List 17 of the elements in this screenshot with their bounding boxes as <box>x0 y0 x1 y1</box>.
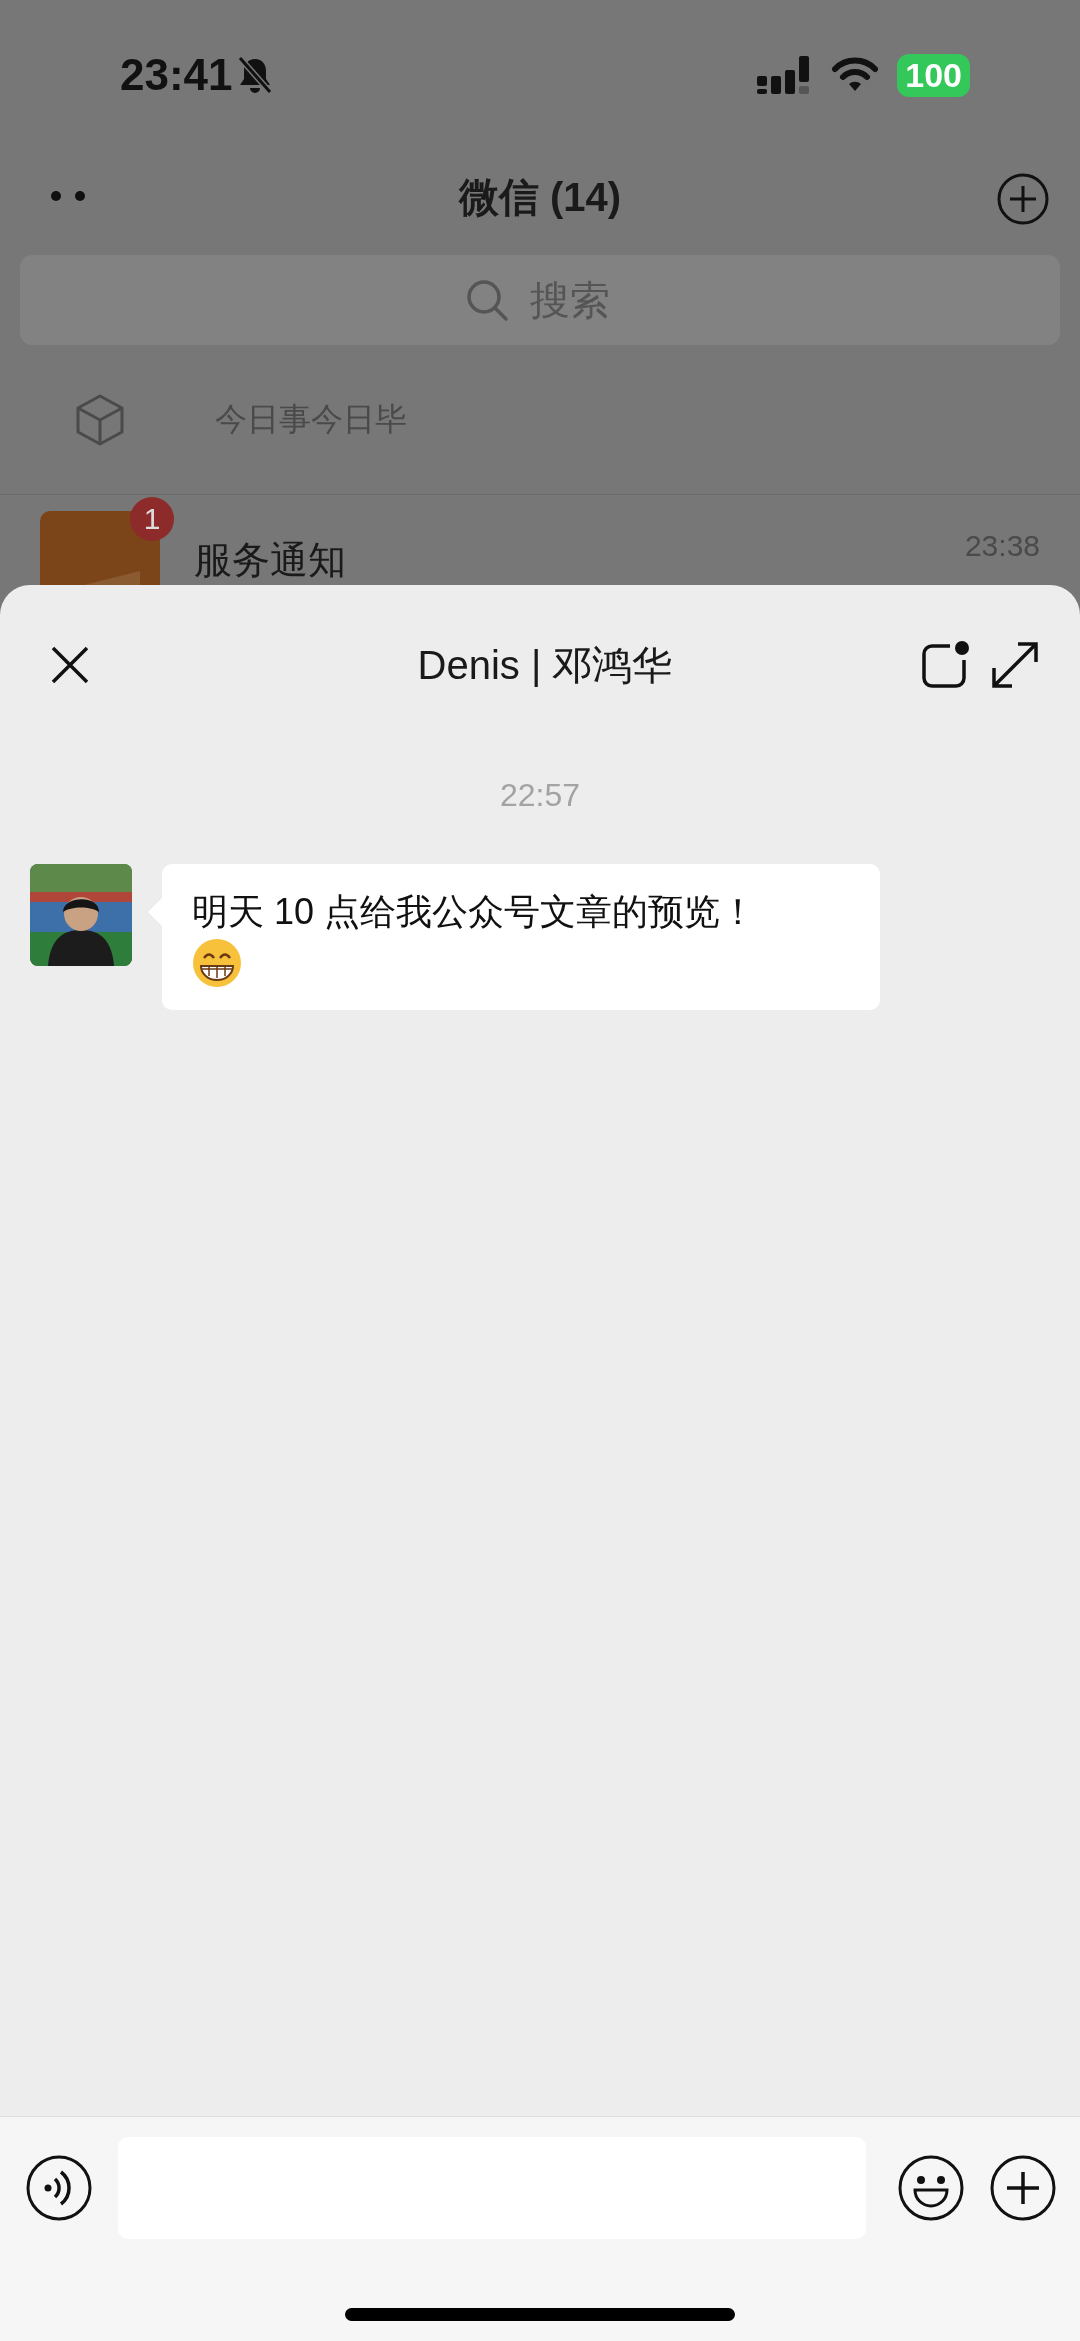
add-icon[interactable] <box>990 2155 1056 2221</box>
message-text: 明天 10 点给我公众号文章的预览！ <box>192 890 758 934</box>
chat-title: Denis | 邓鸿华 <box>416 641 674 689</box>
notification-icon <box>40 511 160 585</box>
unread-badge: 1 <box>130 497 174 541</box>
message-time: 22:57 <box>499 777 581 814</box>
search-icon <box>465 278 509 322</box>
expand-icon[interactable] <box>990 640 1040 690</box>
wifi-icon <box>831 57 880 93</box>
chat-list-title: 微信 (14) <box>458 174 622 221</box>
battery-level: 100 <box>897 53 970 97</box>
clock-time: 23:41 <box>120 50 233 100</box>
voice-icon[interactable] <box>26 2155 92 2221</box>
smiley-icon[interactable] <box>898 2155 964 2221</box>
chat-name[interactable]: 服务通知 <box>194 535 346 586</box>
close-icon[interactable] <box>50 645 90 685</box>
floating-window-icon[interactable] <box>920 640 970 690</box>
